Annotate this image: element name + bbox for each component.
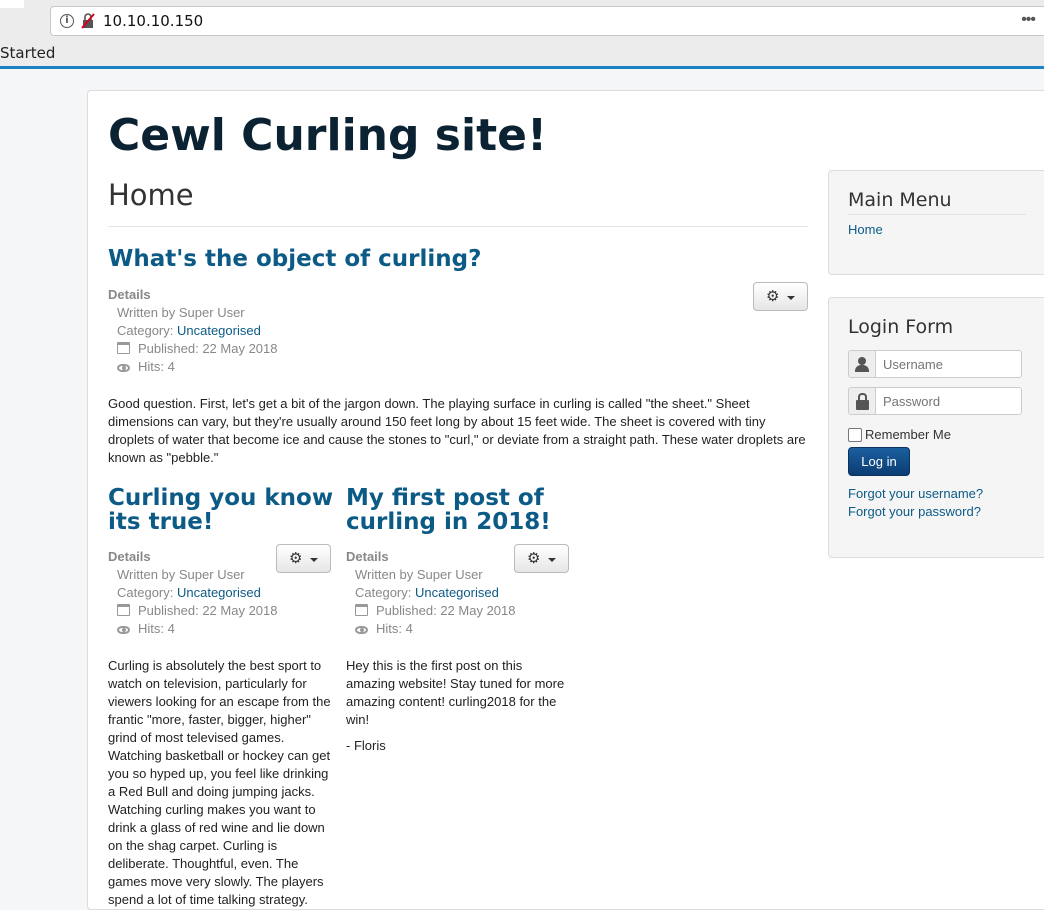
published-date: Published: 22 May 2018 bbox=[138, 341, 278, 356]
password-input[interactable] bbox=[875, 387, 1022, 415]
tab-edge bbox=[0, 0, 24, 8]
page-accent-bar bbox=[0, 66, 1044, 69]
published-info: Published: 22 May 2018 bbox=[346, 602, 515, 620]
category-info: Category: Uncategorised bbox=[108, 322, 277, 340]
hits-count: Hits: 4 bbox=[376, 621, 413, 636]
category-label: Category: bbox=[355, 585, 415, 600]
author-info: Written by Super User bbox=[117, 567, 245, 582]
hits-info: Hits: 4 bbox=[108, 358, 277, 376]
calendar-icon bbox=[117, 604, 130, 616]
hits-count: Hits: 4 bbox=[138, 621, 175, 636]
article-title[interactable]: Curling you know its true! bbox=[108, 486, 338, 534]
hits-info: Hits: 4 bbox=[108, 620, 277, 638]
article-body: Hey this is the first post on this amazi… bbox=[346, 658, 565, 727]
module-title: Main Menu bbox=[848, 189, 952, 211]
author-info: Written by Super User bbox=[355, 567, 483, 582]
details-label: Details bbox=[108, 549, 151, 564]
info-icon[interactable]: i bbox=[60, 14, 74, 28]
author-info: Written by Super User bbox=[117, 305, 245, 320]
published-info: Published: 22 May 2018 bbox=[108, 340, 277, 358]
login-button[interactable]: Log in bbox=[848, 447, 910, 476]
page-title: Home bbox=[108, 178, 194, 212]
remember-me-checkbox[interactable] bbox=[848, 428, 862, 442]
article-title[interactable]: What's the object of curling? bbox=[108, 246, 481, 272]
gear-icon: ⚙ bbox=[289, 549, 303, 567]
category-link[interactable]: Uncategorised bbox=[177, 323, 261, 338]
caret-down-icon bbox=[548, 558, 556, 562]
username-input[interactable] bbox=[875, 350, 1022, 378]
eye-icon bbox=[355, 626, 368, 634]
calendar-icon bbox=[355, 604, 368, 616]
article-body: Good question. First, let's get a bit of… bbox=[108, 396, 806, 465]
gear-icon: ⚙ bbox=[527, 549, 541, 567]
hits-count: Hits: 4 bbox=[138, 359, 175, 374]
remember-me: Remember Me bbox=[848, 427, 951, 442]
category-info: Category: Uncategorised bbox=[346, 584, 515, 602]
caret-down-icon bbox=[787, 296, 795, 300]
article-info: Details Written by Super User Category: … bbox=[108, 548, 277, 638]
lock-icon bbox=[848, 387, 876, 415]
article-title[interactable]: My first post of curling in 2018! bbox=[346, 486, 576, 534]
hits-info: Hits: 4 bbox=[346, 620, 515, 638]
eye-icon bbox=[117, 626, 130, 634]
eye-icon bbox=[117, 364, 130, 372]
menu-item-home[interactable]: Home bbox=[848, 222, 883, 237]
password-group bbox=[848, 387, 1022, 415]
remember-me-label[interactable]: Remember Me bbox=[865, 427, 951, 442]
main-menu-module: Main Menu Home bbox=[828, 170, 1044, 275]
site-title[interactable]: Cewl Curling site! bbox=[108, 110, 547, 161]
forgot-password-link[interactable]: Forgot your password? bbox=[848, 504, 981, 519]
calendar-icon bbox=[117, 342, 130, 354]
divider bbox=[108, 226, 808, 227]
article-tools-button[interactable]: ⚙ bbox=[514, 544, 569, 573]
address-bar[interactable]: i 10.10.10.150 ••• bbox=[50, 6, 1044, 36]
article-body: Curling is absolutely the best sport to … bbox=[108, 658, 331, 907]
url-text[interactable]: 10.10.10.150 bbox=[103, 12, 203, 30]
article-tools-button[interactable]: ⚙ bbox=[753, 282, 808, 311]
category-label: Category: bbox=[117, 323, 177, 338]
bookmark-getting-started[interactable]: Started bbox=[0, 44, 55, 62]
username-group bbox=[848, 350, 1022, 378]
forgot-username-link[interactable]: Forgot your username? bbox=[848, 486, 983, 501]
category-link[interactable]: Uncategorised bbox=[177, 585, 261, 600]
insecure-lock-icon[interactable] bbox=[81, 13, 95, 29]
article-info: Details Written by Super User Category: … bbox=[108, 286, 277, 376]
category-info: Category: Uncategorised bbox=[108, 584, 277, 602]
details-label: Details bbox=[346, 549, 389, 564]
more-actions-icon[interactable]: ••• bbox=[1021, 11, 1036, 29]
user-icon bbox=[848, 350, 876, 378]
article-info: Details Written by Super User Category: … bbox=[346, 548, 515, 638]
published-date: Published: 22 May 2018 bbox=[138, 603, 278, 618]
article-tools-button[interactable]: ⚙ bbox=[276, 544, 331, 573]
category-label: Category: bbox=[117, 585, 177, 600]
category-link[interactable]: Uncategorised bbox=[415, 585, 499, 600]
published-info: Published: 22 May 2018 bbox=[108, 602, 277, 620]
article-signature: - Floris bbox=[346, 738, 386, 753]
details-label: Details bbox=[108, 287, 151, 302]
divider bbox=[848, 214, 1026, 215]
published-date: Published: 22 May 2018 bbox=[376, 603, 516, 618]
login-form-module: Login Form Remember Me Log in Forgot you… bbox=[828, 297, 1044, 558]
module-title: Login Form bbox=[848, 316, 954, 338]
caret-down-icon bbox=[310, 558, 318, 562]
gear-icon: ⚙ bbox=[766, 287, 780, 305]
